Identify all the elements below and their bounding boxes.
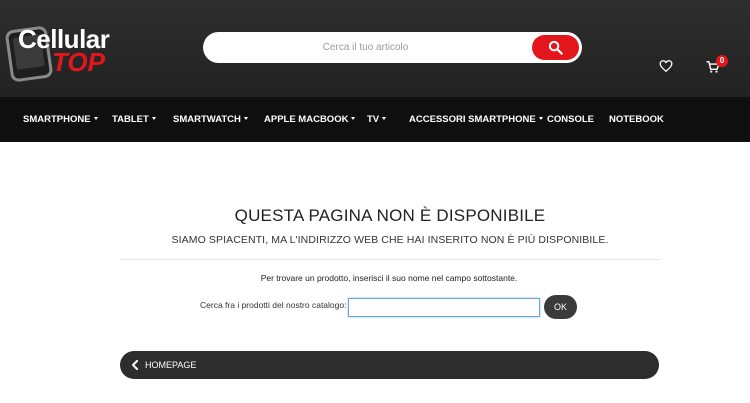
logo-text-top: TOP — [52, 47, 105, 77]
header-search-button[interactable] — [532, 35, 579, 60]
homepage-button[interactable]: HOMEPAGE — [120, 351, 659, 379]
header-search-input[interactable]: Cerca il tuo articolo — [203, 32, 528, 63]
caret-down-icon — [151, 116, 156, 120]
caret-down-icon — [351, 116, 356, 120]
heart-icon[interactable] — [659, 59, 673, 73]
nav-item-label: SMARTPHONE — [23, 114, 91, 125]
ok-button[interactable]: OK — [544, 295, 577, 319]
header-search-bar[interactable]: Cerca il tuo articolo — [203, 32, 582, 63]
nav-item-smartphone[interactable]: SMARTPHONE — [23, 97, 98, 142]
nav-item-label: APPLE MACBOOK — [264, 114, 349, 125]
page-title: QUESTA PAGINA NON È DISPONIBILE — [234, 206, 546, 225]
nav-item-label: TABLET — [112, 114, 149, 125]
cart-count-badge: 0 — [716, 55, 728, 67]
nav-item-smartwatch[interactable]: SMARTWATCH — [173, 97, 248, 142]
logo[interactable]: Cellular TOP — [4, 22, 112, 83]
caret-down-icon — [93, 116, 98, 120]
homepage-label: HOMEPAGE — [145, 360, 197, 370]
search-icon — [548, 40, 563, 55]
nav-item-label: SMARTWATCH — [173, 114, 241, 125]
nav-item-label: NOTEBOOK — [609, 114, 664, 125]
nav-item-apple-macbook[interactable]: APPLE MACBOOK — [264, 97, 356, 142]
catalog-search-label: Cerca fra i prodotti del nostro catalogo… — [200, 300, 347, 310]
caret-down-icon — [538, 116, 543, 120]
site-header: Cellular TOP Cerca il tuo articolo 0 — [0, 0, 750, 97]
nav-item-accessori-smartphone[interactable]: ACCESSORI SMARTPHONE — [409, 97, 543, 142]
nav-item-tv[interactable]: TV — [367, 97, 387, 142]
divider — [120, 259, 660, 260]
search-hint-text: Per trovare un prodotto, inserisci il su… — [260, 273, 518, 283]
catalog-search-input[interactable] — [348, 298, 540, 317]
nav-item-tablet[interactable]: TABLET — [112, 97, 156, 142]
nav-item-label: ACCESSORI SMARTPHONE — [409, 114, 536, 125]
caret-down-icon — [382, 116, 387, 120]
nav-item-label: TV — [367, 114, 380, 125]
chevron-left-icon — [132, 360, 138, 370]
nav-item-notebook[interactable]: NOTEBOOK — [609, 97, 664, 142]
caret-down-icon — [243, 116, 248, 120]
nav-item-console[interactable]: CONSOLE — [547, 97, 594, 142]
main-nav: SMARTPHONE TABLET SMARTWATCH APPLE MACBO… — [0, 97, 750, 142]
page-subtitle: SIAMO SPIACENTI, MA L'INDIRIZZO WEB CHE … — [171, 234, 609, 246]
nav-item-label: CONSOLE — [547, 114, 594, 125]
